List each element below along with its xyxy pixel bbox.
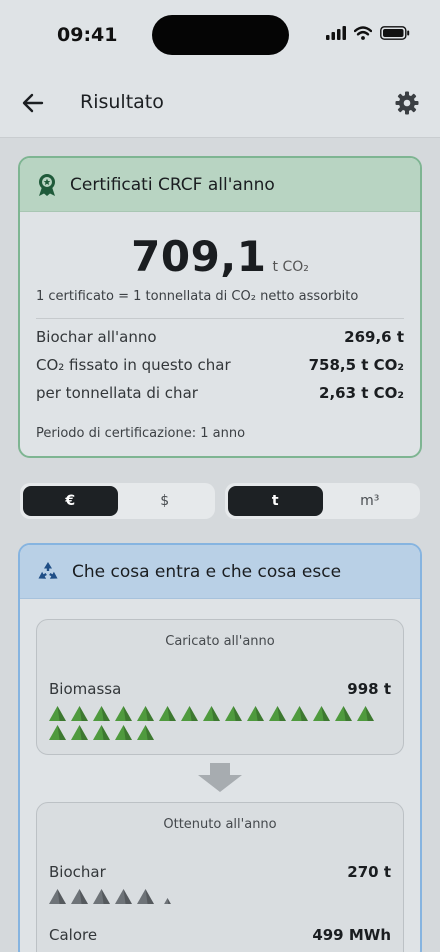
biomass-pile-icon (203, 706, 220, 721)
award-badge-icon (39, 173, 55, 196)
heat-label: Calore (49, 926, 98, 944)
stat-value: 758,5 t CO₂ (308, 356, 404, 374)
stat-row-co2-fixed: CO₂ fissato in questo char 758,5 t CO₂ (36, 356, 404, 374)
biomass-pile-icon (71, 706, 88, 721)
biomass-pile-icon (93, 706, 110, 721)
biomass-pile-icons (49, 706, 379, 740)
biomass-pile-icon (137, 706, 154, 721)
dynamic-island (152, 15, 289, 55)
wifi-icon (354, 26, 372, 40)
battery-icon (380, 26, 410, 40)
biomass-pile-icon (313, 706, 330, 721)
biochar-pile-icon (93, 889, 110, 904)
currency-toggle: € $ (20, 483, 215, 519)
arrow-left-icon (22, 93, 44, 113)
biochar-pile-icon (49, 889, 66, 904)
recycle-icon (38, 561, 58, 579)
biomass-pile-icon (93, 725, 110, 740)
biomass-pile-icon (269, 706, 286, 721)
stat-value: 269,6 t (344, 328, 404, 346)
biochar-pile-icon (137, 889, 154, 904)
unit-toggle: t m³ (225, 483, 420, 519)
heat-row: Calore 499 MWh (49, 926, 391, 944)
biochar-value: 270 t (347, 863, 391, 881)
page-title: Risultato (80, 91, 164, 113)
biomass-pile-icon (159, 706, 176, 721)
flow-card-header: Che cosa entra e che cosa esce (20, 545, 420, 599)
biomass-pile-icon (225, 706, 242, 721)
output-card-title: Ottenuto all'anno (163, 817, 277, 832)
unit-option-tonnes[interactable]: t (228, 486, 323, 516)
biomass-row: Biomassa 998 t (49, 680, 391, 698)
currency-option-usd[interactable]: $ (118, 486, 213, 516)
input-card: Caricato all'anno Biomassa 998 t (36, 619, 404, 755)
divider (36, 318, 404, 319)
certification-period: Periodo di certificazione: 1 anno (36, 426, 246, 441)
flow-title: Che cosa entra e che cosa esce (72, 561, 342, 582)
stat-row-per-ton: per tonnellata di char 2,63 t CO₂ (36, 384, 404, 402)
certificates-card-header: Certificati CRCF all'anno (20, 158, 420, 212)
biochar-pile-icon (164, 898, 171, 904)
stat-value: 2,63 t CO₂ (319, 384, 404, 402)
biomass-pile-icon (71, 725, 88, 740)
stat-label: Biochar all'anno (36, 328, 157, 346)
settings-button[interactable] (392, 88, 422, 118)
biomass-pile-icon (291, 706, 308, 721)
certificates-value: 709,1 (131, 232, 267, 281)
biomass-pile-icon (247, 706, 264, 721)
status-bar: 09:41 (0, 0, 440, 70)
biomass-pile-icon (357, 706, 374, 721)
biomass-value: 998 t (347, 680, 391, 698)
stat-label: per tonnellata di char (36, 384, 198, 402)
signal-icon (326, 26, 346, 40)
flow-card: Che cosa entra e che cosa esce Caricato … (18, 543, 422, 952)
biomass-pile-icon (49, 725, 66, 740)
biochar-label: Biochar (49, 863, 106, 881)
unit-option-cubic-meters[interactable]: m³ (323, 486, 418, 516)
biomass-pile-icon (115, 725, 132, 740)
gear-icon (395, 91, 419, 115)
status-icons (326, 26, 410, 40)
biomass-pile-icon (335, 706, 352, 721)
back-button[interactable] (18, 88, 48, 118)
currency-option-eur[interactable]: € (23, 486, 118, 516)
app-header: Risultato (0, 70, 440, 138)
biochar-pile-icons (49, 889, 379, 904)
biochar-row: Biochar 270 t (49, 863, 391, 881)
input-card-title: Caricato all'anno (165, 634, 275, 649)
status-time: 09:41 (57, 24, 118, 46)
biomass-pile-icon (115, 706, 132, 721)
biochar-pile-icon (71, 889, 88, 904)
heat-value: 499 MWh (312, 926, 391, 944)
arrow-down-icon (198, 763, 242, 792)
biochar-pile-icon (115, 889, 132, 904)
biomass-pile-icon (181, 706, 198, 721)
biomass-label: Biomassa (49, 680, 122, 698)
output-card: Ottenuto all'anno Biochar 270 t Calore 4… (36, 802, 404, 952)
certificates-card: Certificati CRCF all'anno 709,1 t CO₂ 1 c… (18, 156, 422, 458)
stat-row-biochar: Biochar all'anno 269,6 t (36, 328, 404, 346)
stat-label: CO₂ fissato in questo char (36, 356, 231, 374)
certificate-definition-note: 1 certificato = 1 tonnellata di CO₂ nett… (36, 289, 359, 304)
biomass-pile-icon (49, 706, 66, 721)
certificates-title: Certificati CRCF all'anno (70, 174, 275, 195)
biomass-pile-icon (137, 725, 154, 740)
certificates-total: 709,1 t CO₂ (20, 232, 420, 281)
certificates-unit: t CO₂ (272, 259, 309, 275)
